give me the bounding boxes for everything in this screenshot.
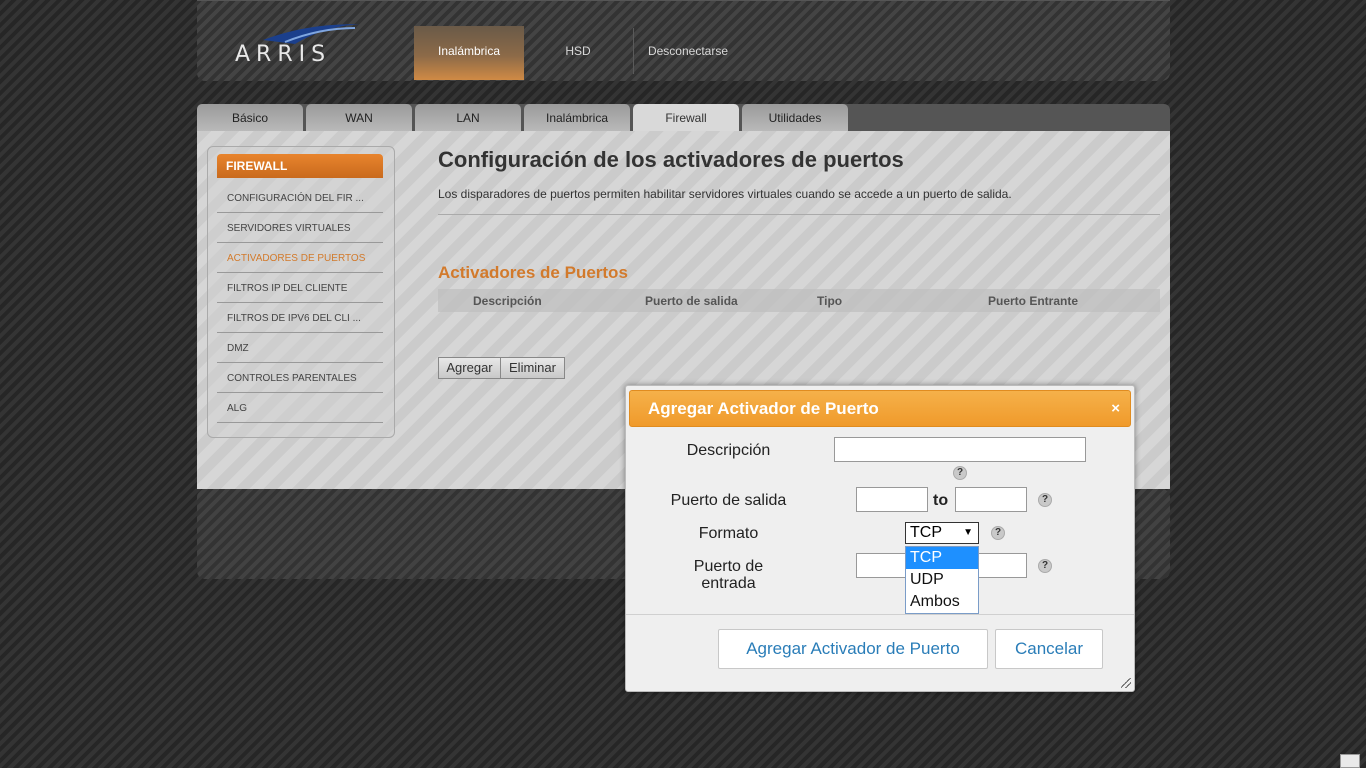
format-option-udp[interactable]: UDP	[906, 569, 978, 591]
format-select[interactable]: TCP ▼	[905, 522, 979, 544]
sidebar-item-controles-parentales[interactable]: CONTROLES PARENTALES	[217, 363, 383, 393]
divider	[438, 214, 1160, 215]
logo-text: ARRIS	[235, 42, 332, 67]
format-dropdown-list: TCP UDP Ambos	[905, 546, 979, 614]
page-description: Los disparadores de puertos permiten hab…	[438, 187, 1012, 201]
sidebar-title: FIREWALL	[217, 154, 383, 178]
format-option-ambos[interactable]: Ambos	[906, 591, 978, 613]
dropdown-arrow-icon: ▼	[963, 527, 973, 538]
sidebar-item-servidores-virtuales[interactable]: SERVIDORES VIRTUALES	[217, 213, 383, 243]
nav-item-hsd[interactable]: HSD	[524, 26, 632, 80]
page-title: Configuración de los activadores de puer…	[438, 147, 904, 172]
cancel-button[interactable]: Cancelar	[995, 629, 1103, 669]
sidebar-item-filtros-ip[interactable]: FILTROS IP DEL CLIENTE	[217, 273, 383, 303]
help-icon[interactable]: ?	[1038, 559, 1052, 573]
header-bar: ARRIS Inalámbrica HSD Desconectarse	[197, 0, 1170, 81]
table-header: Descripción Puerto de salida Tipo Puerto…	[438, 289, 1160, 312]
sidebar-item-alg[interactable]: ALG	[217, 393, 383, 423]
format-selected-value: TCP	[910, 524, 942, 541]
resize-handle-icon[interactable]	[1121, 678, 1131, 688]
dialog-title-bar: Agregar Activador de Puerto ×	[629, 390, 1131, 427]
add-port-trigger-dialog: Agregar Activador de Puerto × Descripció…	[625, 385, 1135, 692]
tab-inalambrica[interactable]: Inalámbrica	[524, 104, 630, 131]
column-header: Tipo	[817, 294, 843, 308]
outbound-port-label: Puerto de salida	[670, 492, 787, 509]
close-icon[interactable]: ×	[1111, 391, 1120, 427]
inbound-port-label: Puerto de entrada	[693, 558, 764, 592]
delete-button[interactable]: Eliminar	[500, 357, 565, 379]
taskbar-corner-icon[interactable]	[1340, 754, 1360, 768]
help-icon[interactable]: ?	[991, 526, 1005, 540]
dialog-divider	[626, 614, 1134, 615]
description-field[interactable]	[834, 437, 1086, 462]
dialog-title: Agregar Activador de Puerto	[648, 399, 879, 418]
nav-item-inalambrica[interactable]: Inalámbrica	[414, 26, 524, 80]
sidebar-item-dmz[interactable]: DMZ	[217, 333, 383, 363]
sidebar: FIREWALL CONFIGURACIÓN DEL FIR ... SERVI…	[207, 146, 395, 438]
help-icon[interactable]: ?	[1038, 493, 1052, 507]
sidebar-item-activadores-de-puertos[interactable]: ACTIVADORES DE PUERTOS	[217, 243, 383, 273]
range-to-label: to	[933, 492, 949, 509]
section-title: Activadores de Puertos	[438, 263, 628, 282]
tab-lan[interactable]: LAN	[415, 104, 521, 131]
add-port-trigger-button[interactable]: Agregar Activador de Puerto	[718, 629, 988, 669]
format-label: Formato	[698, 525, 759, 542]
tab-wan[interactable]: WAN	[306, 104, 412, 131]
nav-item-desconectarse[interactable]: Desconectarse	[634, 26, 742, 80]
column-header: Puerto Entrante	[988, 294, 1079, 308]
format-option-tcp[interactable]: TCP	[906, 547, 978, 569]
description-label: Descripción	[686, 442, 771, 459]
column-header: Puerto de salida	[645, 294, 738, 308]
tab-basico[interactable]: Básico	[197, 104, 303, 131]
tab-bar: Básico WAN LAN Inalámbrica Firewall Util…	[197, 104, 1170, 131]
outbound-port-end-field[interactable]	[955, 487, 1027, 512]
arris-logo[interactable]: ARRIS	[235, 22, 360, 67]
tab-firewall[interactable]: Firewall	[633, 104, 739, 131]
help-icon[interactable]: ?	[953, 466, 967, 480]
column-header: Descripción	[473, 294, 542, 308]
tab-utilidades[interactable]: Utilidades	[742, 104, 848, 131]
add-button[interactable]: Agregar	[438, 357, 501, 379]
sidebar-item-filtros-ipv6[interactable]: FILTROS DE IPV6 DEL CLI ...	[217, 303, 383, 333]
sidebar-item-configuracion[interactable]: CONFIGURACIÓN DEL FIR ...	[217, 183, 383, 213]
outbound-port-start-field[interactable]	[856, 487, 928, 512]
